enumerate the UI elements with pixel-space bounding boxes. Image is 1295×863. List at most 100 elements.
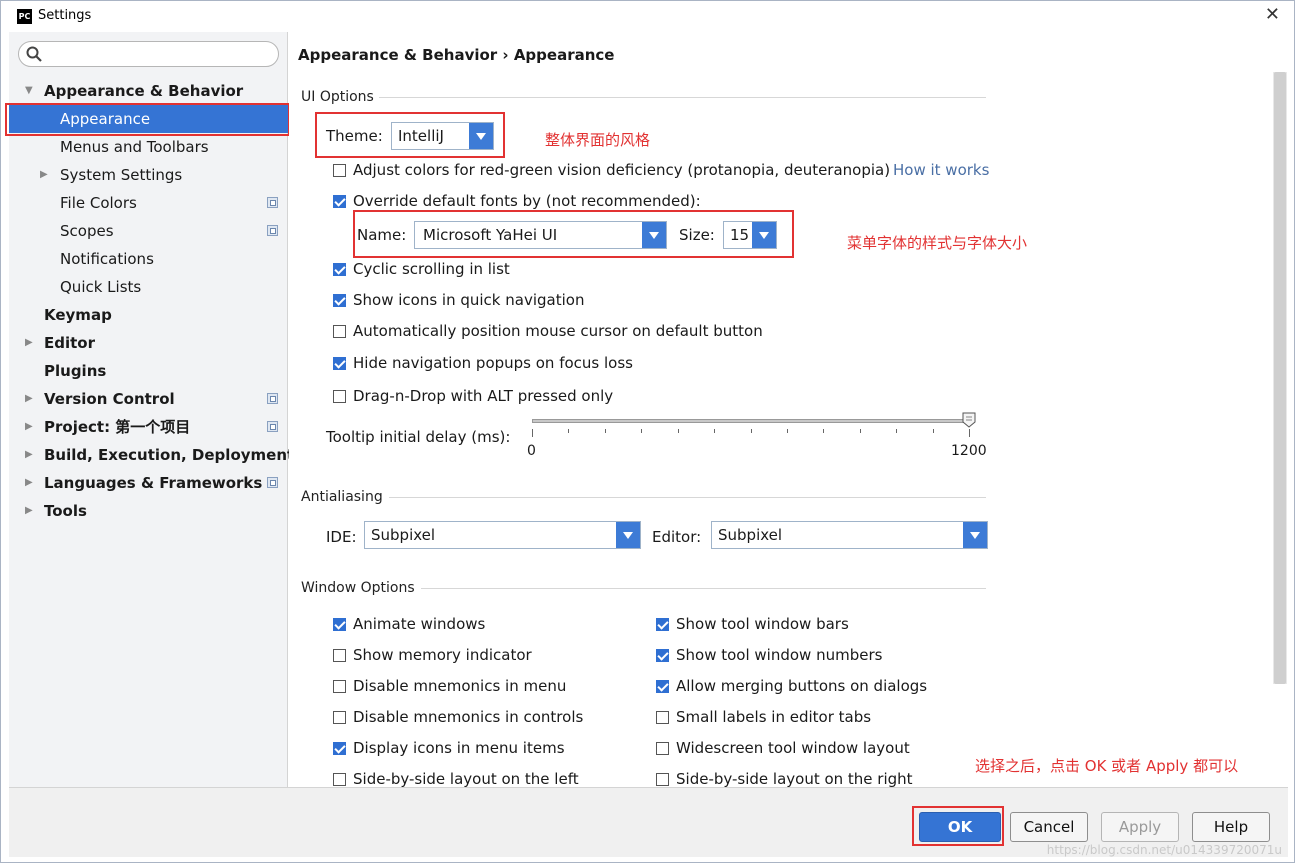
sidebar-item-file-colors[interactable]: File Colors bbox=[9, 189, 288, 217]
window-options-title: Window Options bbox=[301, 580, 415, 596]
settings-sidebar: ▼ Appearance & Behavior Appearance Menus… bbox=[9, 32, 294, 787]
settings-window: PC Settings ✕ ▼ Appearance & Behavior Ap… bbox=[0, 0, 1295, 863]
drag-n-drop-alt-label: Drag-n-Drop with ALT pressed only bbox=[353, 387, 614, 405]
title-bar: PC Settings ✕ bbox=[1, 1, 1294, 32]
show-tool-window-numbers-checkbox[interactable] bbox=[656, 649, 669, 662]
slider-tick bbox=[932, 429, 934, 433]
sidebar-item-menus-toolbars[interactable]: Menus and Toolbars bbox=[9, 133, 288, 161]
search-input[interactable] bbox=[47, 44, 272, 64]
cyclic-scrolling-checkbox[interactable] bbox=[333, 263, 346, 276]
tooltip-delay-label: Tooltip initial delay (ms): bbox=[326, 428, 511, 446]
section-divider bbox=[379, 97, 986, 98]
slider-tick bbox=[714, 429, 716, 433]
sidebar-item-quick-lists[interactable]: Quick Lists bbox=[9, 273, 288, 301]
sidebar-item-appearance-behavior[interactable]: ▼ Appearance & Behavior bbox=[9, 77, 288, 105]
sidebar-item-project[interactable]: ▶ Project: 第一个项目 bbox=[9, 413, 288, 441]
show-tool-window-bars-label: Show tool window bars bbox=[676, 615, 849, 633]
show-memory-indicator-label: Show memory indicator bbox=[353, 646, 532, 664]
show-tool-window-bars-checkbox[interactable] bbox=[656, 618, 669, 631]
sidebar-item-plugins[interactable]: Plugins bbox=[9, 357, 288, 385]
project-level-icon bbox=[267, 393, 278, 404]
auto-position-cursor-checkbox[interactable] bbox=[333, 325, 346, 338]
dialog-button-bar: OK Cancel Apply Help https://blog.csdn.n… bbox=[9, 787, 1288, 857]
show-icons-quick-nav-label: Show icons in quick navigation bbox=[353, 291, 585, 309]
show-icons-quick-nav-checkbox[interactable] bbox=[333, 294, 346, 307]
hide-nav-popups-checkbox[interactable] bbox=[333, 357, 346, 370]
tooltip-delay-slider[interactable] bbox=[532, 410, 982, 470]
display-icons-menu-label: Display icons in menu items bbox=[353, 739, 565, 757]
adjust-colors-label: Adjust colors for red-green vision defic… bbox=[353, 161, 891, 179]
chevron-down-icon bbox=[963, 522, 987, 548]
section-divider bbox=[389, 497, 986, 498]
collapsed-arrow-icon: ▶ bbox=[25, 393, 33, 404]
slider-track bbox=[532, 419, 969, 423]
sidebar-item-tools[interactable]: ▶ Tools bbox=[9, 497, 288, 525]
side-by-side-left-checkbox[interactable] bbox=[333, 773, 346, 786]
slider-tick bbox=[641, 429, 643, 433]
slider-tick bbox=[568, 429, 570, 433]
project-level-icon bbox=[267, 477, 278, 488]
tooltip-max-label: 1200 bbox=[951, 443, 987, 459]
pycharm-icon: PC bbox=[17, 9, 32, 24]
sidebar-item-build[interactable]: ▶ Build, Execution, Deployment bbox=[9, 441, 294, 469]
sidebar-item-editor[interactable]: ▶ Editor bbox=[9, 329, 288, 357]
apply-button[interactable]: Apply bbox=[1101, 812, 1179, 842]
project-level-icon bbox=[267, 225, 278, 236]
ide-label: IDE: bbox=[326, 528, 357, 546]
sidebar-item-languages[interactable]: ▶ Languages & Frameworks bbox=[9, 469, 288, 497]
ui-options-title: UI Options bbox=[301, 89, 374, 105]
slider-tick bbox=[532, 429, 533, 437]
help-button[interactable]: Help bbox=[1192, 812, 1270, 842]
slider-tick bbox=[677, 429, 679, 433]
slider-tick bbox=[604, 429, 606, 433]
show-tool-window-numbers-label: Show tool window numbers bbox=[676, 646, 883, 664]
slider-tick bbox=[823, 429, 825, 433]
cancel-button[interactable]: Cancel bbox=[1010, 812, 1088, 842]
sidebar-item-notifications[interactable]: Notifications bbox=[9, 245, 288, 273]
close-icon[interactable]: ✕ bbox=[1265, 4, 1280, 25]
annotation-box-theme bbox=[315, 112, 505, 158]
disable-mnemonics-menu-checkbox[interactable] bbox=[333, 680, 346, 693]
tooltip-min-label: 0 bbox=[527, 443, 536, 459]
display-icons-menu-checkbox[interactable] bbox=[333, 742, 346, 755]
small-labels-tabs-label: Small labels in editor tabs bbox=[676, 708, 872, 726]
search-icon bbox=[26, 46, 42, 62]
scrollbar-thumb[interactable] bbox=[1274, 72, 1286, 684]
how-it-works-link[interactable]: How it works bbox=[893, 161, 989, 179]
sidebar-item-scopes[interactable]: Scopes bbox=[9, 217, 288, 245]
bottom-annotation: 选择之后，点击 OK 或者 Apply 都可以 bbox=[975, 757, 1239, 775]
show-memory-indicator-checkbox[interactable] bbox=[333, 649, 346, 662]
disable-mnemonics-controls-checkbox[interactable] bbox=[333, 711, 346, 724]
slider-tick bbox=[786, 429, 788, 433]
expanded-arrow-icon: ▼ bbox=[25, 85, 33, 96]
allow-merging-buttons-checkbox[interactable] bbox=[656, 680, 669, 693]
editor-label: Editor: bbox=[652, 528, 702, 546]
sidebar-item-system-settings[interactable]: ▶ System Settings bbox=[9, 161, 288, 189]
side-by-side-right-checkbox[interactable] bbox=[656, 773, 669, 786]
side-by-side-left-label: Side-by-side layout on the left bbox=[353, 770, 579, 788]
drag-n-drop-alt-checkbox[interactable] bbox=[333, 390, 346, 403]
small-labels-tabs-checkbox[interactable] bbox=[656, 711, 669, 724]
animate-windows-label: Animate windows bbox=[353, 615, 486, 633]
collapsed-arrow-icon: ▶ bbox=[25, 337, 33, 348]
sidebar-item-keymap[interactable]: Keymap bbox=[9, 301, 288, 329]
editor-antialiasing-dropdown[interactable]: Subpixel bbox=[711, 521, 988, 549]
cyclic-scrolling-label: Cyclic scrolling in list bbox=[353, 260, 510, 278]
vertical-scrollbar[interactable] bbox=[1273, 72, 1287, 684]
slider-thumb[interactable] bbox=[962, 412, 976, 428]
animate-windows-checkbox[interactable] bbox=[333, 618, 346, 631]
collapsed-arrow-icon: ▶ bbox=[25, 505, 33, 516]
collapsed-arrow-icon: ▶ bbox=[25, 477, 33, 488]
search-box[interactable] bbox=[18, 41, 279, 67]
collapsed-arrow-icon: ▶ bbox=[40, 169, 48, 180]
annotation-box-fonts bbox=[353, 210, 794, 258]
override-fonts-label: Override default fonts by (not recommend… bbox=[353, 192, 701, 210]
adjust-colors-checkbox[interactable] bbox=[333, 164, 346, 177]
sidebar-item-version-control[interactable]: ▶ Version Control bbox=[9, 385, 288, 413]
theme-annotation: 整体界面的风格 bbox=[545, 131, 651, 149]
collapsed-arrow-icon: ▶ bbox=[25, 449, 33, 460]
ide-antialiasing-dropdown[interactable]: Subpixel bbox=[364, 521, 641, 549]
override-fonts-checkbox[interactable] bbox=[333, 195, 346, 208]
widescreen-layout-checkbox[interactable] bbox=[656, 742, 669, 755]
side-by-side-right-label: Side-by-side layout on the right bbox=[676, 770, 913, 788]
